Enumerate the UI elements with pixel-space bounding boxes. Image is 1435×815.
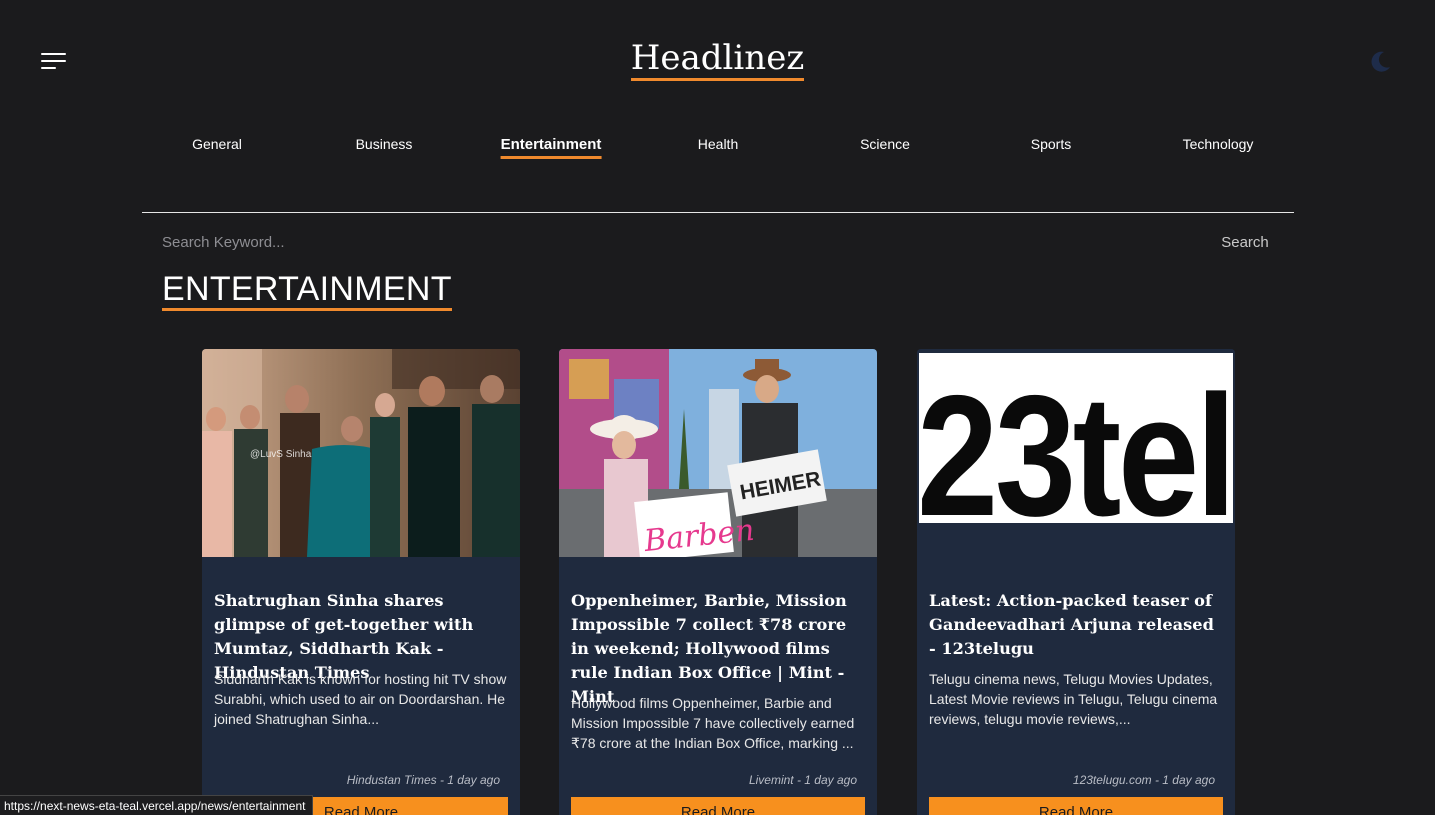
image-watermark: @LuvS Sinha (250, 449, 312, 460)
logo-text[interactable]: Headlinez (630, 38, 805, 81)
news-card: @LuvS Sinha Shatrughan Sinha shares glim… (202, 349, 520, 815)
news-card: Barben HEIMER Oppenheimer, Barbie, Missi… (559, 349, 877, 815)
news-card-image[interactable]: 23tel (917, 349, 1235, 557)
nav-item-technology[interactable]: Technology (1183, 136, 1254, 152)
news-card-image[interactable]: Barben HEIMER (559, 349, 877, 557)
image-logo-text: 23tel (917, 360, 1233, 552)
site-logo[interactable]: Headlinez (0, 38, 1435, 81)
nav-item-science[interactable]: Science (860, 136, 910, 152)
news-card: 23tel Latest: Action-packed teaser of Ga… (917, 349, 1235, 815)
read-more-button[interactable]: Read More (929, 797, 1223, 815)
category-nav: General Business Entertainment Health Sc… (134, 136, 1302, 166)
search-input[interactable] (162, 231, 1062, 253)
nav-item-general[interactable]: General (192, 136, 242, 152)
news-card-source: Livemint - 1 day ago (748, 773, 857, 787)
news-card-image[interactable]: @LuvS Sinha (202, 349, 520, 557)
nav-item-business[interactable]: Business (356, 136, 413, 152)
news-card-title[interactable]: Latest: Action-packed teaser of Gandeeva… (929, 589, 1225, 661)
search-button[interactable]: Search (1210, 231, 1280, 253)
section-title: ENTERTAINMENT (162, 270, 452, 311)
news-card-source: Hindustan Times - 1 day ago (346, 773, 500, 787)
news-card-source: 123telugu.com - 1 day ago (1072, 773, 1215, 787)
nav-divider (142, 212, 1294, 213)
news-card-title[interactable]: Oppenheimer, Barbie, Mission Impossible … (571, 589, 867, 709)
nav-item-entertainment[interactable]: Entertainment (500, 136, 602, 159)
news-card-description: Hollywood films Oppenheimer, Barbie and … (571, 695, 855, 751)
news-card-description: Siddharth Kak is known for hosting hit T… (214, 671, 507, 727)
read-more-button[interactable]: Read More (571, 797, 865, 815)
status-bar-url: https://next-news-eta-teal.vercel.app/ne… (0, 795, 313, 815)
nav-item-health[interactable]: Health (698, 136, 738, 152)
moon-icon[interactable] (1367, 48, 1393, 74)
nav-item-sports[interactable]: Sports (1031, 136, 1071, 152)
news-card-description: Telugu cinema news, Telugu Movies Update… (929, 671, 1218, 727)
